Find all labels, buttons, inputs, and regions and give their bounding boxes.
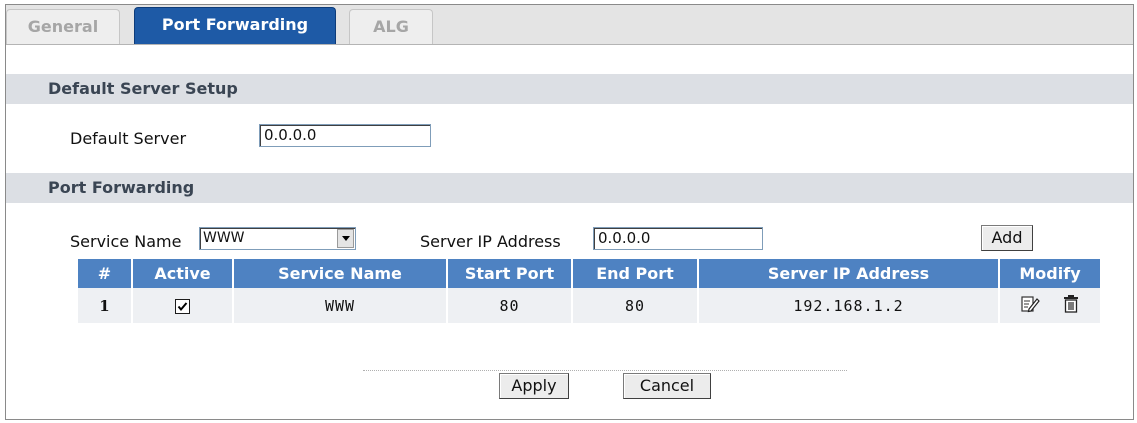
table-row: 1 WWW 80 80 192.168.1.2 — [78, 288, 1100, 323]
col-header-end-port: End Port — [573, 259, 697, 288]
active-checkbox[interactable] — [175, 298, 190, 314]
default-server-section-header: Default Server Setup — [6, 74, 1133, 104]
row-server-ip: 192.168.1.2 — [699, 288, 998, 323]
service-name-label: Service Name — [70, 232, 182, 251]
trash-icon[interactable] — [1062, 294, 1080, 318]
chevron-down-icon[interactable] — [337, 229, 354, 248]
edit-icon[interactable] — [1020, 294, 1041, 318]
default-server-input[interactable]: 0.0.0.0 — [259, 124, 431, 147]
tab-general[interactable]: General — [6, 9, 120, 44]
row-index: 1 — [78, 288, 131, 323]
col-header-service-name: Service Name — [234, 259, 446, 288]
server-ip-input[interactable]: 0.0.0.0 — [593, 227, 763, 250]
apply-button[interactable]: Apply — [499, 373, 569, 399]
col-header-server-ip: Server IP Address — [699, 259, 998, 288]
tab-strip: General Port Forwarding ALG — [6, 5, 1133, 45]
row-active-cell — [133, 288, 232, 323]
section-title-default-server-setup: Default Server Setup — [48, 79, 238, 98]
footer-divider — [363, 370, 847, 371]
col-header-modify: Modify — [1000, 259, 1100, 288]
server-ip-label: Server IP Address — [420, 232, 561, 251]
col-header-index: # — [78, 259, 131, 288]
default-server-label: Default Server — [70, 129, 187, 148]
section-title-port-forwarding: Port Forwarding — [48, 178, 195, 197]
tab-port-forwarding[interactable]: Port Forwarding — [134, 7, 336, 44]
row-start-port: 80 — [448, 288, 571, 323]
cancel-button[interactable]: Cancel — [623, 373, 711, 399]
row-service-name: WWW — [234, 288, 446, 323]
port-forwarding-table: # Active Service Name Start Port End Por… — [76, 259, 1102, 323]
service-name-selected: WWW — [203, 230, 245, 246]
port-forwarding-section-header: Port Forwarding — [6, 173, 1133, 203]
add-button[interactable]: Add — [981, 225, 1033, 251]
config-panel: General Port Forwarding ALG Default Serv… — [5, 4, 1134, 420]
table-header-row: # Active Service Name Start Port End Por… — [78, 259, 1100, 288]
col-header-start-port: Start Port — [448, 259, 571, 288]
checkmark-icon — [177, 301, 188, 311]
tab-alg[interactable]: ALG — [349, 9, 433, 44]
row-modify-cell — [1000, 288, 1100, 323]
row-end-port: 80 — [573, 288, 697, 323]
service-name-select[interactable]: WWW — [199, 227, 356, 250]
col-header-active: Active — [133, 259, 232, 288]
